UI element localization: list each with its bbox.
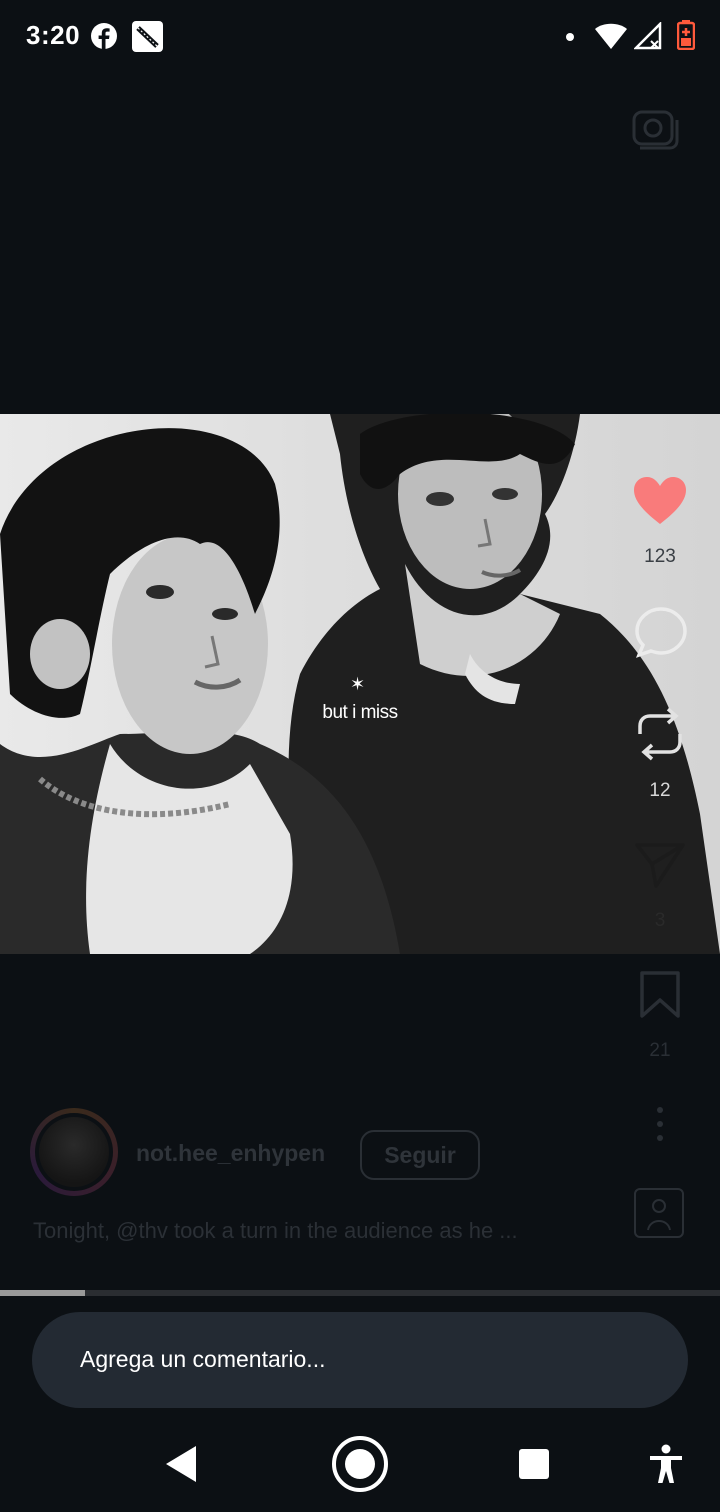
camera-icon[interactable] bbox=[630, 104, 680, 154]
gallery-icon bbox=[132, 21, 163, 52]
comment-input[interactable]: Agrega un comentario... bbox=[32, 1312, 688, 1408]
post-caption[interactable]: Tonight, @thv took a turn in the audienc… bbox=[33, 1218, 593, 1244]
follow-button[interactable]: Seguir bbox=[360, 1130, 480, 1180]
save-count: 21 bbox=[649, 1040, 671, 1061]
video-caption-text: but i miss bbox=[322, 702, 398, 723]
post-author-row: not.hee_enhypen Seguir bbox=[30, 1108, 610, 1198]
comment-icon[interactable] bbox=[634, 606, 688, 658]
video-progress-fill bbox=[0, 1290, 85, 1296]
recents-icon[interactable] bbox=[518, 1448, 550, 1480]
accessibility-icon[interactable] bbox=[648, 1444, 684, 1484]
caption-star: ✶ bbox=[350, 674, 366, 694]
share-icon[interactable] bbox=[634, 840, 686, 890]
video-progress-bar[interactable] bbox=[0, 1290, 720, 1296]
wifi-icon bbox=[595, 23, 627, 49]
bookmark-icon[interactable] bbox=[638, 970, 682, 1020]
signal-icon bbox=[634, 22, 662, 50]
home-icon[interactable] bbox=[330, 1434, 390, 1494]
audio-thumbnail-image bbox=[647, 1199, 671, 1231]
back-icon[interactable] bbox=[164, 1444, 198, 1484]
avatar[interactable] bbox=[30, 1108, 118, 1196]
status-bar: 3:20 bbox=[0, 0, 720, 72]
system-nav-bar bbox=[0, 1420, 720, 1512]
battery-charging-icon bbox=[677, 20, 695, 50]
audio-thumbnail[interactable] bbox=[634, 1188, 684, 1238]
share-count: 3 bbox=[654, 910, 666, 931]
notification-dot-icon bbox=[566, 33, 574, 41]
comment-placeholder: Agrega un comentario... bbox=[80, 1346, 326, 1372]
repost-icon[interactable] bbox=[634, 706, 686, 762]
repost-count: 12 bbox=[649, 780, 671, 801]
status-time: 3:20 bbox=[26, 20, 81, 50]
more-vertical-icon[interactable] bbox=[652, 1106, 668, 1142]
heart-icon[interactable] bbox=[632, 476, 688, 526]
like-count: 123 bbox=[644, 546, 676, 567]
facebook-icon bbox=[91, 23, 117, 49]
username[interactable]: not.hee_enhypen bbox=[136, 1140, 325, 1167]
